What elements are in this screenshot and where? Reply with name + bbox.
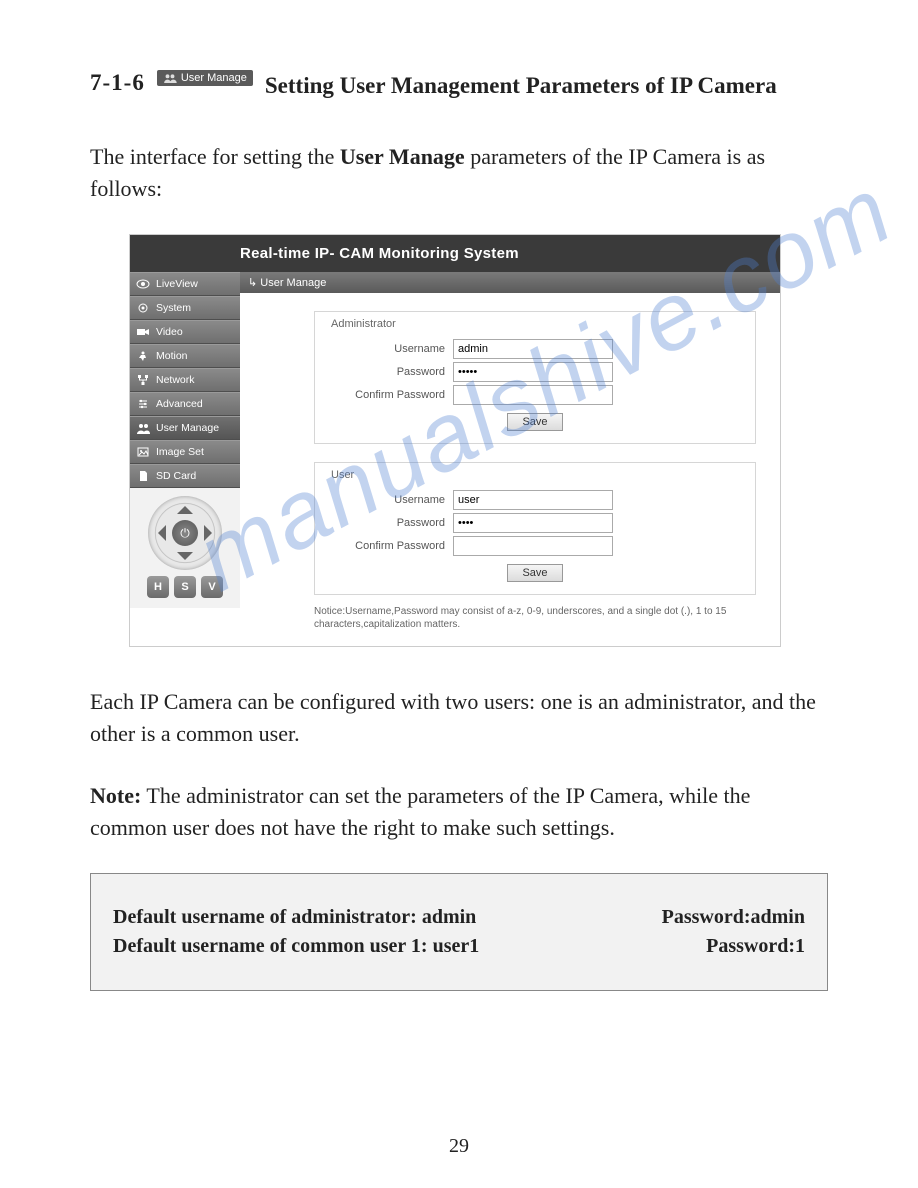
chip-label: User Manage bbox=[181, 72, 247, 84]
v-button[interactable]: V bbox=[201, 576, 223, 598]
ptz-up-button[interactable] bbox=[177, 498, 193, 514]
panel-legend: User bbox=[327, 469, 358, 481]
admin-username-input[interactable] bbox=[453, 339, 613, 359]
paragraph-2: Each IP Camera can be configured with tw… bbox=[90, 686, 828, 750]
sidebar-item-imageset[interactable]: Image Set bbox=[130, 440, 240, 464]
sidebar-item-label: Video bbox=[156, 326, 183, 338]
sidebar-item-usermanage[interactable]: User Manage bbox=[130, 416, 240, 440]
eye-icon bbox=[136, 278, 150, 290]
sidebar-item-label: System bbox=[156, 302, 191, 314]
sidebar-item-label: SD Card bbox=[156, 470, 196, 482]
sidebar-item-video[interactable]: Video bbox=[130, 320, 240, 344]
section-number: 7-1-6 bbox=[90, 70, 145, 96]
main-content: ↳ User Manage Administrator Username Pas… bbox=[240, 272, 780, 646]
page-number: 29 bbox=[0, 1135, 918, 1158]
user-confirm-password-input[interactable] bbox=[453, 536, 613, 556]
note-paragraph: Note: The administrator can set the para… bbox=[90, 780, 828, 844]
sidebar-item-system[interactable]: System bbox=[130, 296, 240, 320]
panel-legend: Administrator bbox=[327, 318, 400, 330]
section-title: Setting User Management Parameters of IP… bbox=[265, 70, 777, 101]
user-save-button[interactable]: Save bbox=[507, 564, 562, 582]
confirm-password-label: Confirm Password bbox=[325, 389, 453, 401]
ptz-down-button[interactable] bbox=[177, 552, 193, 568]
defaults-box: Default username of administrator: admin… bbox=[90, 873, 828, 991]
ui-screenshot: Real-time IP- CAM Monitoring System Live… bbox=[130, 235, 780, 646]
h-button[interactable]: H bbox=[147, 576, 169, 598]
sidebar-item-label: Network bbox=[156, 374, 195, 386]
sdcard-icon bbox=[136, 470, 150, 482]
users-icon bbox=[136, 422, 150, 434]
sidebar-item-sdcard[interactable]: SD Card bbox=[130, 464, 240, 488]
default-user-user: Default username of common user 1: user1 bbox=[113, 935, 479, 958]
username-label: Username bbox=[325, 494, 453, 506]
admin-confirm-password-input[interactable] bbox=[453, 385, 613, 405]
user-username-input[interactable] bbox=[453, 490, 613, 510]
breadcrumb: ↳ User Manage bbox=[240, 272, 780, 293]
sidebar-item-motion[interactable]: Motion bbox=[130, 344, 240, 368]
users-icon bbox=[163, 73, 177, 83]
sidebar-item-advanced[interactable]: Advanced bbox=[130, 392, 240, 416]
motion-icon bbox=[136, 350, 150, 362]
user-panel: User Username Password Confirm Password … bbox=[314, 462, 756, 595]
user-manage-chip: User Manage bbox=[157, 70, 253, 86]
notice-text: Notice:Username,Password may consist of … bbox=[314, 605, 756, 632]
sidebar-item-network[interactable]: Network bbox=[130, 368, 240, 392]
sidebar-item-label: Image Set bbox=[156, 446, 204, 458]
password-label: Password bbox=[325, 366, 453, 378]
administrator-panel: Administrator Username Password Confirm … bbox=[314, 311, 756, 444]
app-header: Real-time IP- CAM Monitoring System bbox=[130, 235, 780, 272]
section-heading: 7-1-6 User Manage Setting User Managemen… bbox=[90, 70, 828, 101]
network-icon bbox=[136, 374, 150, 386]
camera-icon bbox=[136, 326, 150, 338]
sidebar-item-liveview[interactable]: LiveView bbox=[130, 272, 240, 296]
ptz-center-button[interactable]: ⏻ bbox=[172, 520, 198, 546]
ptz-control: ⏻ H S V bbox=[130, 488, 240, 608]
sliders-icon bbox=[136, 398, 150, 410]
default-admin-user: Default username of administrator: admin bbox=[113, 906, 476, 929]
sidebar: LiveView System Video Motion Network Adv… bbox=[130, 272, 240, 608]
ptz-right-button[interactable] bbox=[204, 525, 220, 541]
password-label: Password bbox=[325, 517, 453, 529]
note-label: Note: bbox=[90, 783, 141, 808]
default-admin-password: Password:admin bbox=[662, 906, 805, 929]
default-user-password: Password:1 bbox=[706, 935, 805, 958]
admin-password-input[interactable] bbox=[453, 362, 613, 382]
sidebar-item-label: User Manage bbox=[156, 422, 219, 434]
sidebar-item-label: Advanced bbox=[156, 398, 203, 410]
sidebar-item-label: Motion bbox=[156, 350, 188, 362]
username-label: Username bbox=[325, 343, 453, 355]
sidebar-item-label: LiveView bbox=[156, 278, 198, 290]
admin-save-button[interactable]: Save bbox=[507, 413, 562, 431]
image-icon bbox=[136, 446, 150, 458]
s-button[interactable]: S bbox=[174, 576, 196, 598]
user-password-input[interactable] bbox=[453, 513, 613, 533]
intro-text: The interface for setting the User Manag… bbox=[90, 141, 828, 205]
confirm-password-label: Confirm Password bbox=[325, 540, 453, 552]
ptz-left-button[interactable] bbox=[150, 525, 166, 541]
gear-icon bbox=[136, 302, 150, 314]
